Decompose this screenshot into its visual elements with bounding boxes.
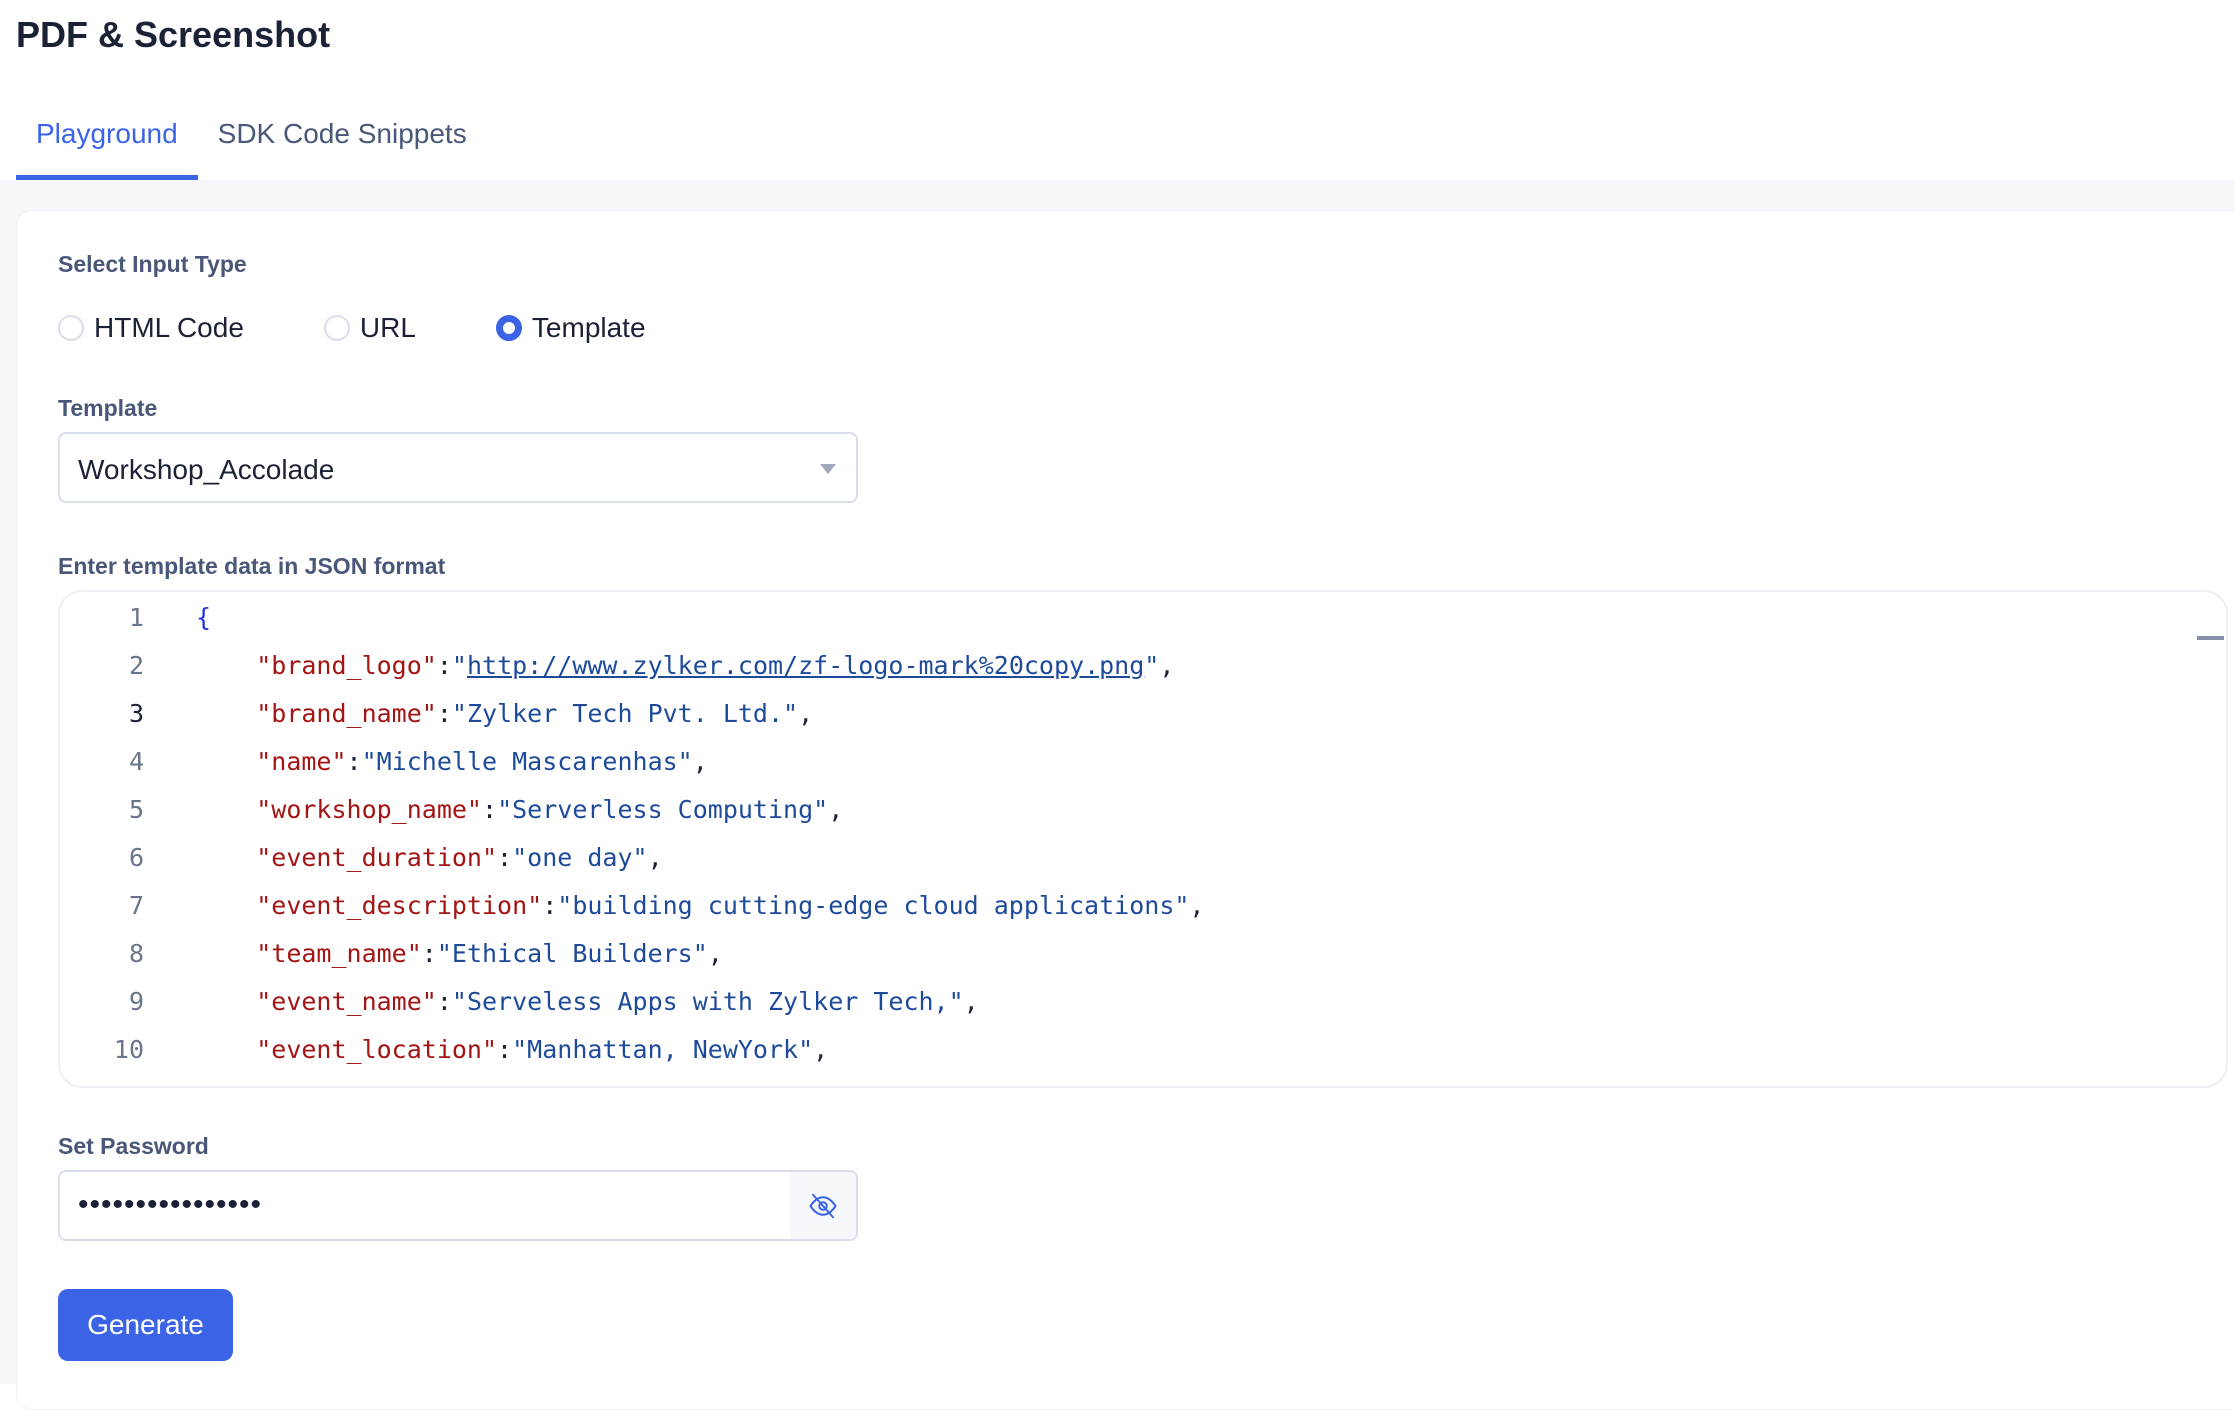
json-value: "Ethical Builders" <box>436 939 708 968</box>
code-text: { <box>144 594 211 642</box>
line-number: 9 <box>128 987 144 1016</box>
code-line: 11 "event_date":"20th February 2024", <box>60 1074 2226 1086</box>
json-code-editor[interactable]: 1{2 "brand_logo":"http://www.zylker.com/… <box>58 590 2228 1088</box>
code-line: 6 "event_duration":"one day", <box>60 834 2226 882</box>
json-value: "building cutting-edge cloud application… <box>557 891 1190 920</box>
json-link[interactable]: http://www.zylker.com/zf-logo-mark%20cop… <box>467 651 1144 680</box>
template-select[interactable]: Workshop_Accolade <box>58 432 858 503</box>
code-text: "team_name":"Ethical Builders", <box>256 939 723 968</box>
radio-template[interactable]: Template <box>495 312 646 344</box>
json-value: "Serverless Computing" <box>497 795 829 824</box>
radio-label: Template <box>531 312 646 343</box>
line-number: 5 <box>128 795 144 824</box>
code-line: 7 "event_description":"building cutting-… <box>60 882 2226 930</box>
generate-button[interactable]: Generate <box>58 1289 233 1361</box>
editor-scrollbar[interactable] <box>2197 636 2224 640</box>
eye-off-icon <box>809 1193 837 1218</box>
radio-circle[interactable] <box>323 315 350 341</box>
code-line: 3 "brand_name":"Zylker Tech Pvt. Ltd.", <box>60 690 2226 738</box>
line-number: 10 <box>113 1035 144 1064</box>
json-key: "name" <box>256 747 347 776</box>
code-line: 4 "name":"Michelle Mascarenhas", <box>60 738 2226 786</box>
json-editor-label: Enter template data in JSON format <box>58 553 446 579</box>
radio-label: URL <box>359 312 416 343</box>
tab-playground[interactable]: Playground <box>16 110 198 180</box>
tab-bar: Playground SDK Code Snippets <box>16 110 487 180</box>
code-text: "event_duration":"one day", <box>256 843 663 872</box>
json-key: "event_location" <box>256 1035 498 1064</box>
radio-circle[interactable] <box>58 315 84 341</box>
line-number: 8 <box>128 939 144 968</box>
radio-circle-selected[interactable] <box>495 315 522 341</box>
tab-sdk-code-snippets[interactable]: SDK Code Snippets <box>198 110 487 180</box>
json-key: "event_description" <box>256 891 543 920</box>
json-key: "event_name" <box>256 987 437 1016</box>
password-label: Set Password <box>58 1133 209 1159</box>
code-line: 5 "workshop_name":"Serverless Computing"… <box>60 786 2226 834</box>
code-text: "brand_name":"Zylker Tech Pvt. Ltd.", <box>256 699 814 728</box>
caret-down-icon <box>820 464 836 474</box>
line-number: 11 <box>60 1074 144 1086</box>
code-line: 9 "event_name":"Serveless Apps with Zylk… <box>60 978 2226 1026</box>
code-text: "brand_logo":"http://www.zylker.com/zf-l… <box>256 651 1175 680</box>
json-value: "20th February 2024" <box>452 1083 753 1086</box>
json-key: "event_duration" <box>256 843 498 872</box>
line-number: 2 <box>128 651 144 680</box>
radio-html-code[interactable]: HTML Code <box>58 312 244 344</box>
password-value: •••••••••••••••• <box>78 1188 263 1221</box>
json-value: "Zylker Tech Pvt. Ltd." <box>451 699 799 728</box>
input-type-radio-group: HTML Code URL Template <box>58 312 726 344</box>
line-number: 7 <box>128 891 144 920</box>
code-text: "event_name":"Serveless Apps with Zylker… <box>256 987 979 1016</box>
toggle-password-visibility-button[interactable] <box>790 1172 856 1239</box>
code-line: 1{ <box>60 594 2226 642</box>
json-key: "team_name" <box>256 939 422 968</box>
json-value: "Michelle Mascarenhas" <box>361 747 693 776</box>
code-line: 2 "brand_logo":"http://www.zylker.com/zf… <box>60 642 2226 690</box>
line-number: 3 <box>128 699 144 728</box>
json-key: "event_date" <box>256 1083 437 1086</box>
code-line: 8 "team_name":"Ethical Builders", <box>60 930 2226 978</box>
code-text: "workshop_name":"Serverless Computing", <box>256 795 844 824</box>
line-number: 1 <box>128 603 144 632</box>
json-value: "Serveless Apps with Zylker Tech," <box>451 987 964 1016</box>
radio-url[interactable]: URL <box>323 312 416 344</box>
input-type-label: Select Input Type <box>58 251 247 277</box>
page-title: PDF & Screenshot <box>16 14 331 55</box>
json-value: "Manhattan, NewYork" <box>512 1035 814 1064</box>
json-key: "workshop_name" <box>256 795 482 824</box>
radio-label: HTML Code <box>94 312 244 343</box>
json-key: "brand_logo" <box>256 651 437 680</box>
code-text: "event_description":"building cutting-ed… <box>256 891 1205 920</box>
template-label: Template <box>58 395 158 421</box>
code-line: 10 "event_location":"Manhattan, NewYork"… <box>60 1026 2226 1074</box>
json-key: "brand_name" <box>256 699 437 728</box>
line-number: 6 <box>128 843 144 872</box>
template-select-value: Workshop_Accolade <box>78 454 335 485</box>
code-text: "event_date":"20th February 2024", <box>144 1074 768 1086</box>
json-value: "one day" <box>512 843 648 872</box>
line-number: 4 <box>128 747 144 776</box>
code-text: "event_location":"Manhattan, NewYork", <box>256 1035 829 1064</box>
code-text: "name":"Michelle Mascarenhas", <box>256 747 708 776</box>
password-input[interactable]: •••••••••••••••• <box>58 1170 858 1241</box>
json-brace: { <box>196 603 212 632</box>
